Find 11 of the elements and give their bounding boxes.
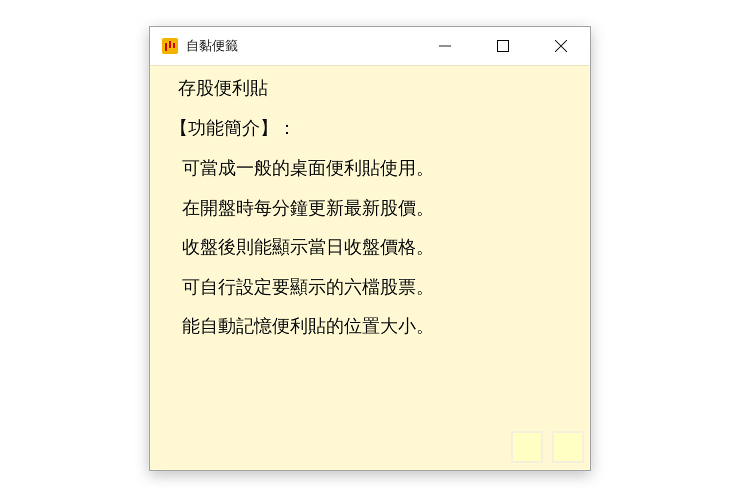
note-line: 在開盤時每分鐘更新最新股價。 (182, 196, 435, 220)
note-line: 可自行設定要顯示的六檔股票。 (182, 276, 435, 299)
window-title: 自黏便籤 (186, 38, 238, 55)
section-heading: 【功能簡介】： (170, 117, 297, 140)
app-icon (162, 38, 178, 54)
maximize-icon (497, 40, 509, 52)
note-line: 收盤後則能顯示當日收盤價格。 (182, 236, 435, 260)
note-line: 能自動記憶便利貼的位置大小。 (182, 315, 435, 338)
close-icon (555, 40, 567, 52)
note-line: 可當成一般的桌面便利貼使用。 (182, 157, 435, 180)
note-heading: 存股便利貼 (178, 77, 269, 100)
